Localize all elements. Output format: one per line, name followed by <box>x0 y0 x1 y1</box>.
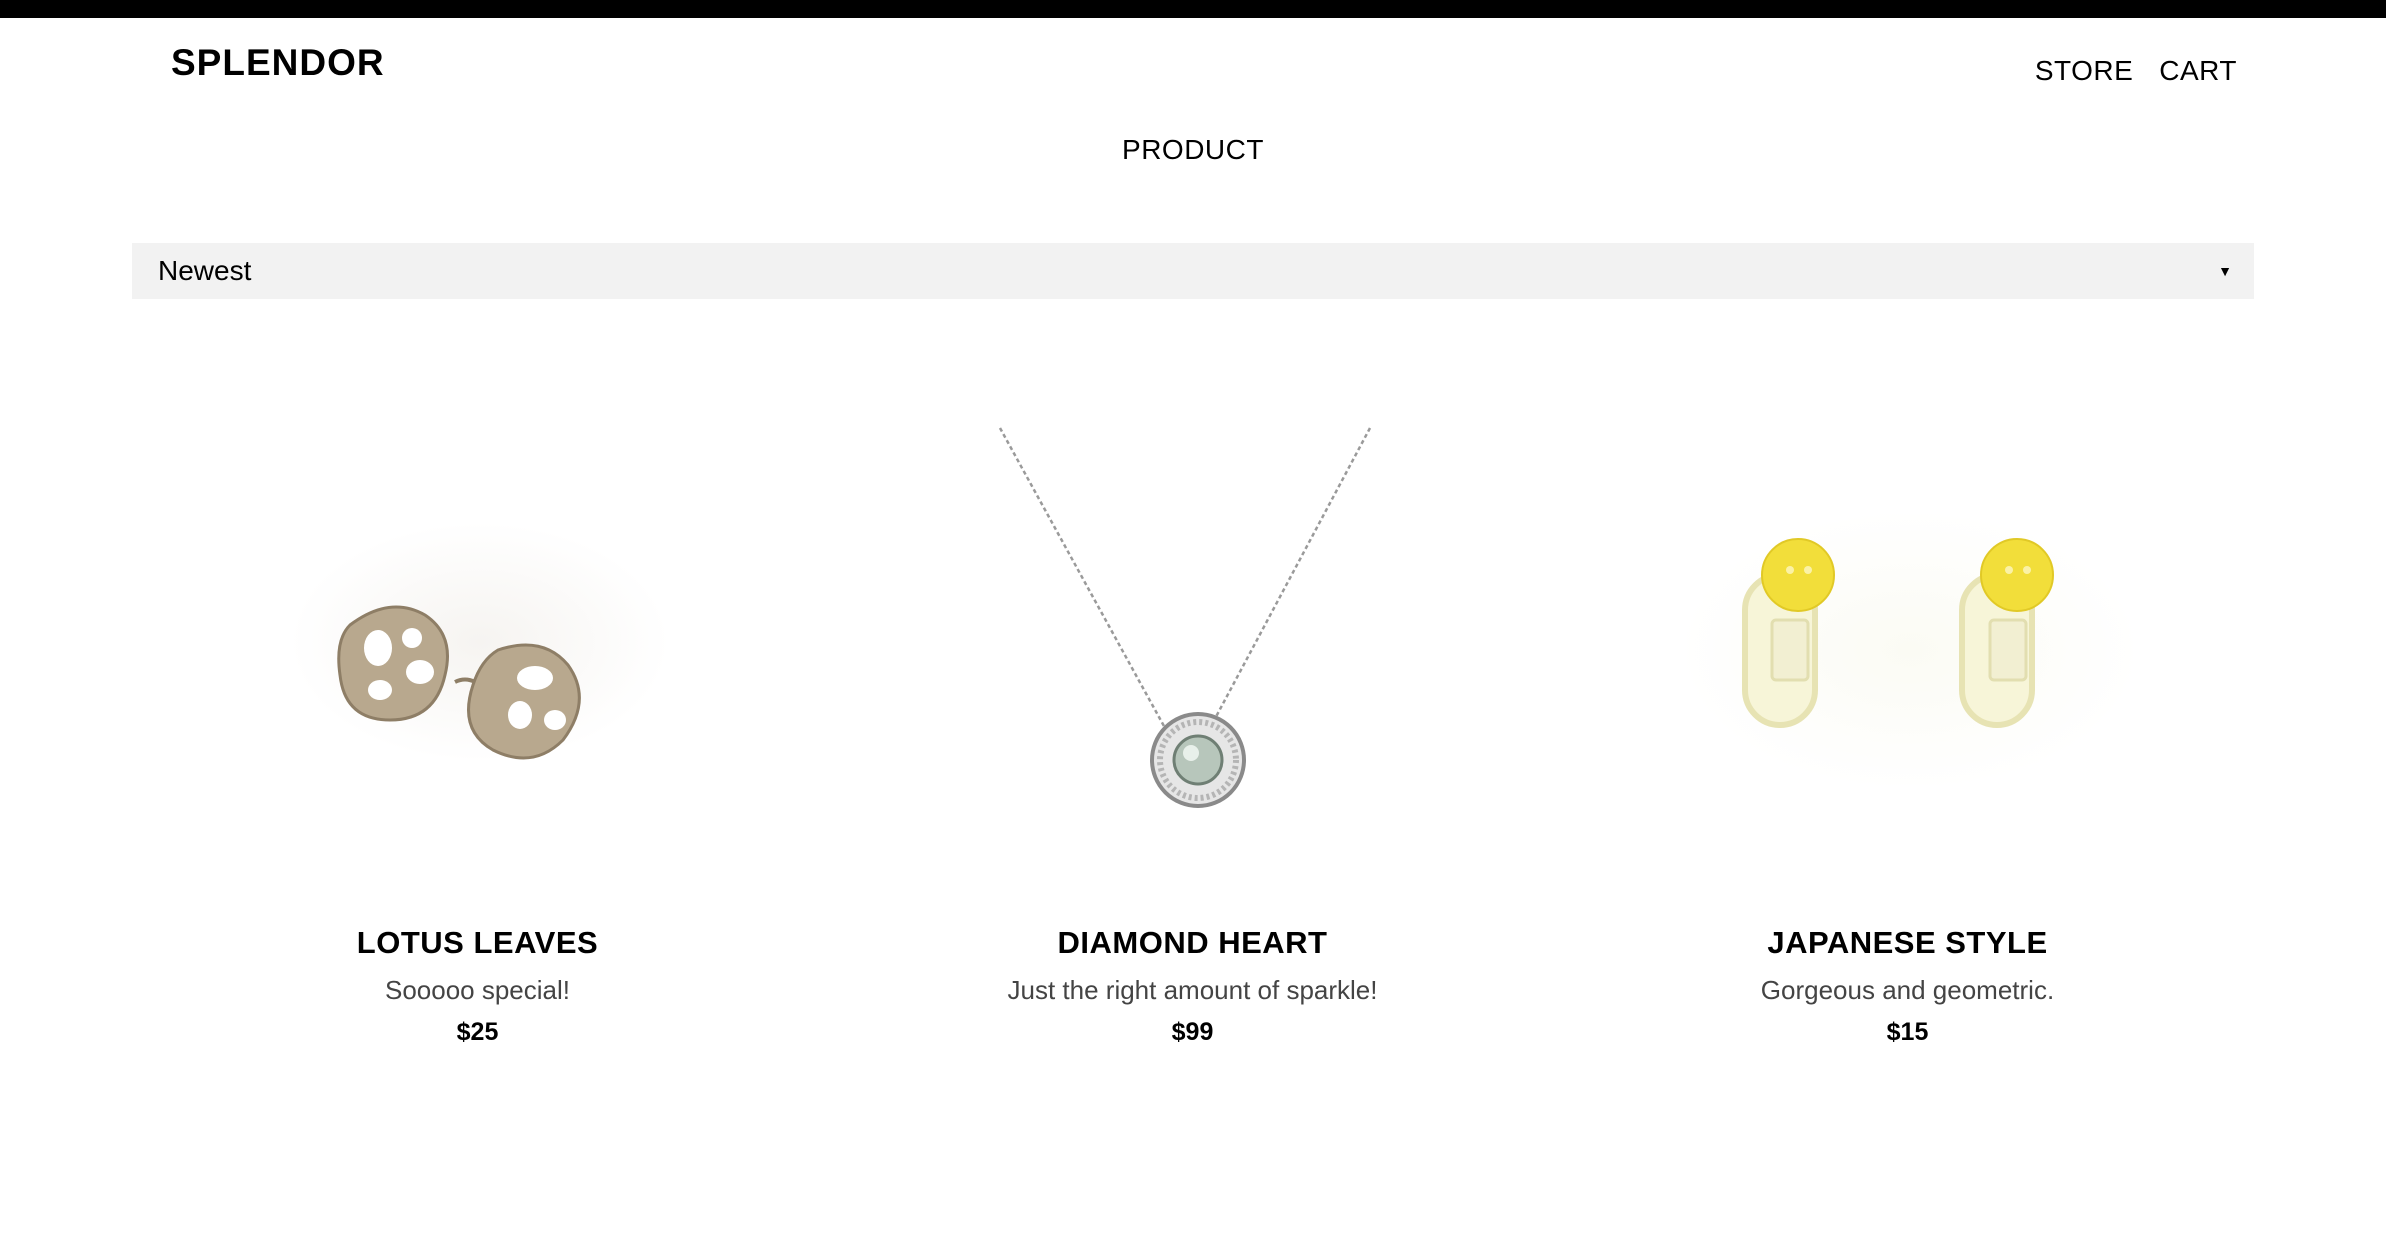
site-logo[interactable]: SPLENDOR <box>171 42 385 84</box>
product-description: Sooooo special! <box>384 975 571 1005</box>
main-nav: STORE CART <box>2035 55 2237 87</box>
nav-store-link[interactable]: STORE <box>2035 55 2133 87</box>
page-title: PRODUCT <box>1122 134 1264 165</box>
product-name[interactable]: DIAMOND HEART <box>835 925 1550 961</box>
product-description: Just the right amount of sparkle! <box>1007 975 1378 1005</box>
lotus-ring-icon[interactable] <box>120 410 835 850</box>
product-price: $15 <box>1886 1018 1929 1046</box>
product-card-japanese-style[interactable]: JAPANESE STYLE Gorgeous and geometric. $… <box>1550 410 2265 1046</box>
product-name[interactable]: JAPANESE STYLE <box>1550 925 2265 961</box>
diamond-necklace-icon[interactable] <box>835 410 1550 850</box>
product-card-lotus-leaves[interactable]: LOTUS LEAVES Sooooo special! $25 <box>120 410 835 1046</box>
dropdown-arrow-icon: ▼ <box>2218 263 2232 279</box>
nav-cart-link[interactable]: CART <box>2159 55 2237 87</box>
product-description: Gorgeous and geometric. <box>1760 975 2055 1005</box>
sort-select[interactable]: Newest ▼ <box>132 243 2254 299</box>
product-name[interactable]: LOTUS LEAVES <box>120 925 835 961</box>
yellow-earrings-icon[interactable] <box>1550 410 2265 850</box>
product-price: $99 <box>1171 1018 1214 1046</box>
sort-selected-value: Newest <box>158 255 252 286</box>
top-bar <box>0 0 2386 18</box>
product-price: $25 <box>456 1018 499 1046</box>
product-card-diamond-heart[interactable]: DIAMOND HEART Just the right amount of s… <box>835 410 1550 1046</box>
